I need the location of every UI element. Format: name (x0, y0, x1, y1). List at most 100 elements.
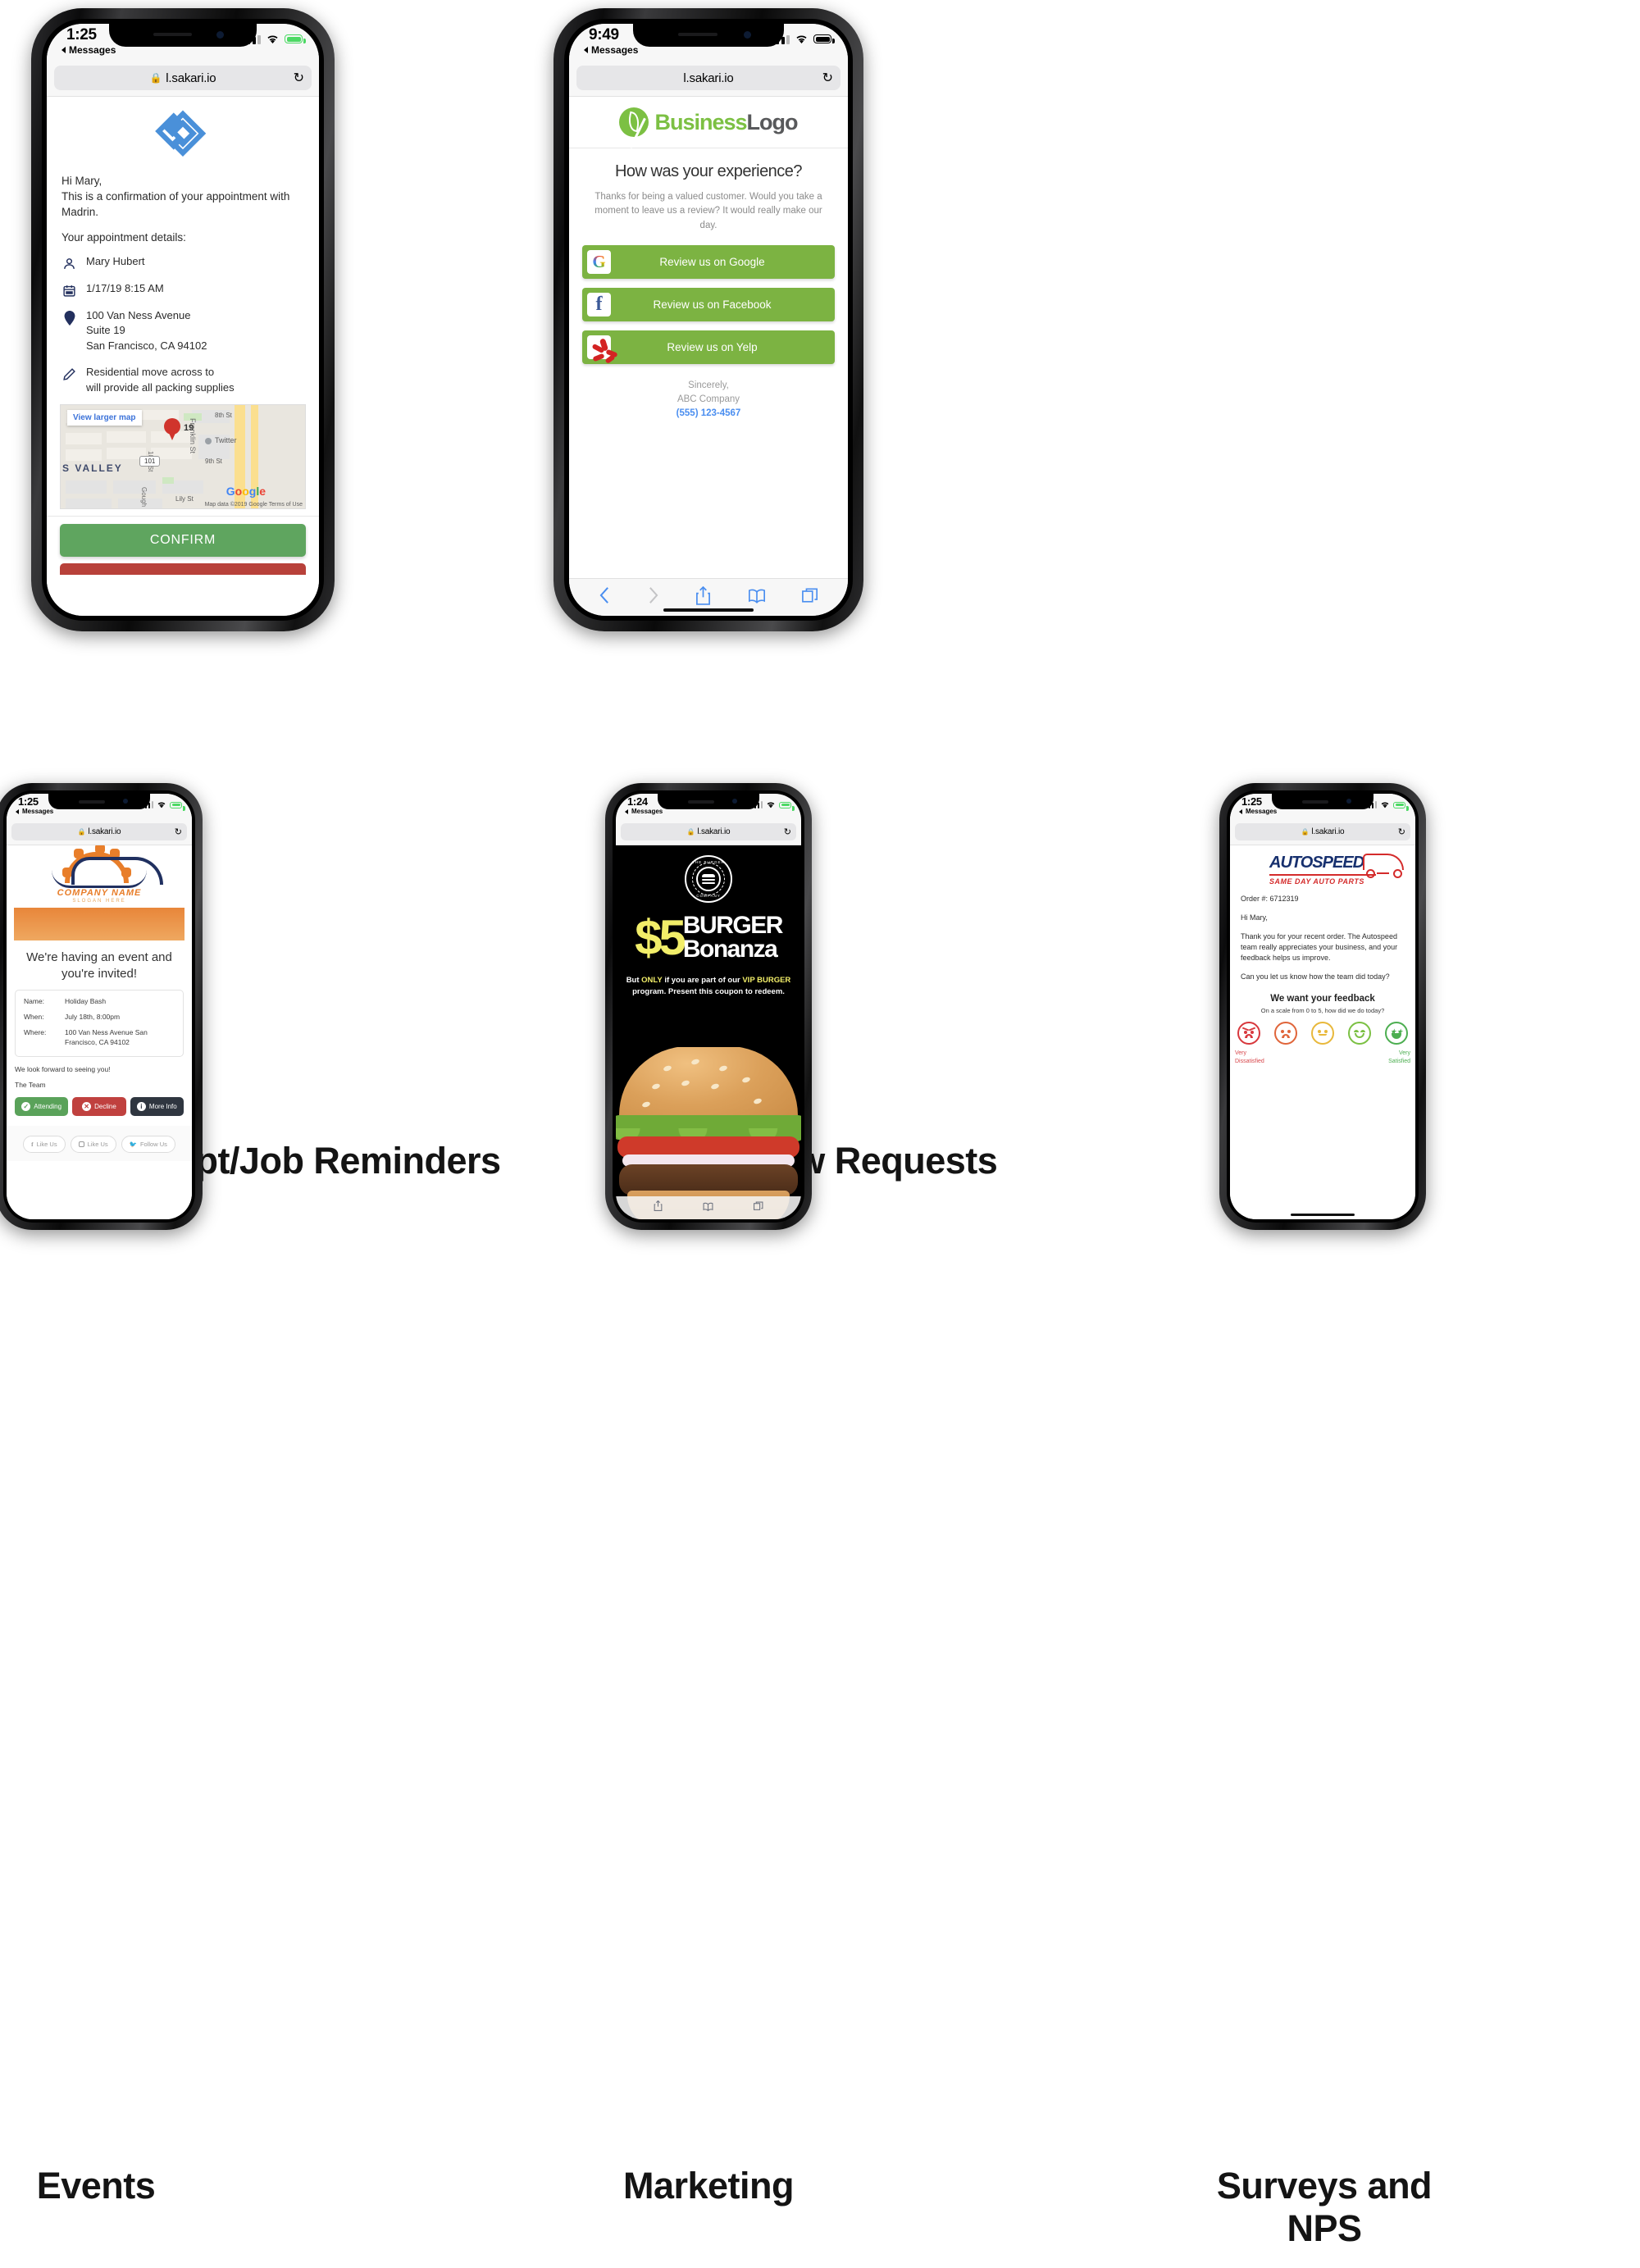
legend-negative: Very Dissatisfied (1235, 1050, 1264, 1065)
legend-positive: Very Satisfied (1388, 1050, 1410, 1065)
attending-label: Attending (34, 1102, 62, 1110)
reload-icon[interactable]: ↻ (822, 70, 833, 86)
url-text: l.sakari.io (683, 71, 734, 85)
back-triangle-icon (625, 808, 628, 814)
reload-icon[interactable]: ↻ (1398, 827, 1405, 837)
sad-face-icon[interactable] (1274, 1022, 1297, 1045)
company-phone-link[interactable]: (555) 123-4567 (569, 407, 848, 421)
details-label: Your appointment details: (61, 231, 186, 244)
url-pill[interactable]: l.sakari.io ↻ (576, 66, 840, 90)
burger-glyph-icon (696, 867, 721, 891)
back-to-messages-link[interactable]: Messages (16, 808, 53, 815)
attending-button[interactable]: ✓ Attending (15, 1096, 69, 1116)
notch (109, 24, 257, 47)
star-eyes-face-icon[interactable]: ★ ★ (1385, 1022, 1408, 1045)
company-name: ABC Company (676, 394, 740, 404)
bookmarks-icon[interactable] (703, 1200, 713, 1215)
feedback-title: We want your feedback (1270, 994, 1375, 1004)
decline-label: Decline (94, 1102, 116, 1110)
caption-surveys: Surveys and NPS (1216, 2165, 1433, 2249)
marketing-collateral-page: 1:25 Messages 🔒 l.sakari.io ↻ Hi Mary, T… (0, 0, 1640, 2268)
instagram-like-label: Like Us (87, 1140, 108, 1148)
back-icon[interactable] (599, 586, 611, 608)
phone-screen: 1:25 Messages 🔒 l.sak (1230, 794, 1415, 1219)
events-heading: We're having an event and you're invited… (26, 950, 172, 981)
location-map[interactable]: View larger map 19 Twitter Franklin St 8… (60, 403, 306, 509)
more-info-button[interactable]: i More Info (130, 1096, 184, 1116)
logo-text-part2: Logo (746, 109, 799, 134)
url-pill[interactable]: 🔒 l.sakari.io ↻ (11, 823, 187, 840)
url-pill[interactable]: 🔒 l.sakari.io ↻ (621, 823, 796, 840)
phone-screen: 1:25 Messages 🔒 l.sak (47, 24, 319, 616)
review-facebook-button[interactable]: f Review us on Facebook (582, 287, 835, 321)
map-block (113, 480, 156, 494)
confirm-button[interactable]: CONFIRM (60, 523, 306, 557)
person-icon (61, 254, 77, 271)
marketing-page-content: THE BURGER COMPANY $5 BURGER Bonanza But… (616, 845, 801, 1219)
back-to-messages-link[interactable]: Messages (61, 44, 116, 56)
tabs-icon[interactable] (753, 1200, 763, 1215)
review-google-label: Review us on Google (659, 255, 765, 268)
back-triangle-icon (1239, 808, 1242, 814)
map-block (66, 498, 112, 508)
reload-icon[interactable]: ↻ (784, 827, 791, 837)
map-pin[interactable] (164, 417, 180, 456)
back-to-messages-link[interactable]: Messages (625, 808, 663, 815)
instagram-like-button[interactable]: Like Us (70, 1135, 116, 1153)
view-larger-map-link[interactable]: View larger map (67, 409, 142, 426)
facebook-like-button[interactable]: f Like Us (23, 1135, 66, 1153)
logo-divider (1269, 874, 1376, 876)
angry-face-icon[interactable] (1237, 1022, 1260, 1045)
appt-message: Hi Mary, This is a confirmation of your … (47, 173, 319, 246)
fine-print-only: ONLY (641, 975, 663, 985)
autospeed-logo: AUTOSPEED SAME DAY AUTO PARTS (1230, 845, 1415, 887)
instagram-icon (78, 1141, 84, 1147)
url-pill[interactable]: 🔒 l.sakari.io ↻ (54, 66, 312, 90)
decline-button[interactable]: ✕ Decline (72, 1096, 126, 1116)
bookmarks-icon[interactable] (748, 588, 766, 608)
safari-url-bar[interactable]: 🔒 l.sakari.io ↻ (1230, 821, 1415, 845)
bun-top (619, 1047, 798, 1125)
safari-url-bar[interactable]: l.sakari.io ↻ (569, 61, 848, 97)
reload-icon[interactable]: ↻ (294, 70, 304, 86)
back-to-messages-link[interactable]: Messages (584, 44, 638, 56)
neutral-face-icon[interactable] (1311, 1022, 1334, 1045)
rating-legend: Very Dissatisfied Very Satisfied (1230, 1045, 1415, 1065)
phone-review-requests: 9:49 Messages l.sakari.io ↻ BusinessLogo… (554, 8, 863, 631)
front-camera-icon (216, 30, 225, 39)
pencil-icon (61, 365, 77, 381)
front-camera-icon (122, 799, 128, 804)
back-label: Messages (1246, 808, 1278, 815)
safari-url-bar[interactable]: 🔒 l.sakari.io ↻ (47, 61, 319, 97)
review-google-button[interactable]: G Review us on Google (582, 244, 835, 279)
safari-url-bar[interactable]: 🔒 l.sakari.io ↻ (616, 821, 801, 845)
back-to-messages-link[interactable]: Messages (1239, 808, 1277, 815)
phone-marketing: 1:24 Messages 🔒 l.sakari.io ↻ THE BURGER… (605, 783, 812, 1230)
company-slogan-text: SLOGAN HERE (72, 899, 126, 904)
safari-url-bar[interactable]: 🔒 l.sakari.io ↻ (7, 821, 192, 845)
earpiece-speaker (678, 33, 718, 37)
share-icon[interactable] (654, 1200, 663, 1215)
autospeed-name: AUTOSPEED (1269, 854, 1364, 872)
map-block (107, 430, 146, 443)
review-yelp-button[interactable]: Review us on Yelp (582, 330, 835, 365)
offer-fine-print: But ONLY if you are part of our VIP BURG… (616, 962, 801, 999)
happy-face-icon[interactable] (1348, 1022, 1371, 1045)
map-neighborhood-label: ES VALLEY (60, 462, 123, 474)
notes-lines: Residential move across to will provide … (86, 365, 235, 396)
twitter-follow-button[interactable]: 🐦 Follow Us (121, 1135, 175, 1153)
map-park (162, 476, 174, 484)
info-circle-icon: i (136, 1101, 146, 1111)
tabs-icon[interactable] (801, 587, 818, 608)
url-pill[interactable]: 🔒 l.sakari.io ↻ (1235, 823, 1410, 840)
review-facebook-label: Review us on Facebook (653, 298, 772, 311)
reload-icon[interactable]: ↻ (175, 827, 182, 837)
share-icon[interactable] (695, 585, 711, 609)
secondary-red-button[interactable] (60, 562, 306, 575)
back-label: Messages (591, 44, 639, 56)
phone-screen: 9:49 Messages l.sakari.io ↻ BusinessLogo… (569, 24, 848, 616)
events-closing: We look forward to seeing you! The Team (7, 1057, 192, 1089)
more-info-label: More Info (148, 1102, 177, 1110)
poi-dot-icon (205, 437, 212, 444)
closing-line-1: We look forward to seeing you! (15, 1064, 111, 1073)
